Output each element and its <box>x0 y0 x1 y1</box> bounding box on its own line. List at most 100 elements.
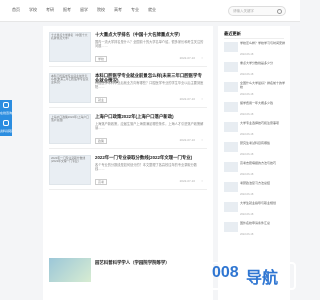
sidebar-item-date: 2022-06-18 <box>240 193 254 196</box>
sidebar-item-date: 2022-06-18 <box>240 213 254 216</box>
article-meta: 政策 2022-07-10 ○ <box>95 138 205 144</box>
sidebar-item-date: 2022-06-18 <box>240 53 254 56</box>
sidebar-title: 最近更新 <box>224 31 241 36</box>
publish-date: 2022-07-10 <box>179 56 195 60</box>
sidebar-thumbnail[interactable] <box>224 142 238 152</box>
article-title[interactable]: 十大重点大学排名（中国十大名牌重点大学） <box>95 32 205 37</box>
sidebar-thumbnail[interactable] <box>224 42 238 52</box>
nav-item-kaoyan[interactable]: 考研 <box>46 7 54 13</box>
sidebar-thumbnail[interactable] <box>224 122 238 132</box>
search-input[interactable]: 请输入关键字 <box>228 6 286 16</box>
sidebar-item-title[interactable]: 研究生考试科目有哪些 <box>240 141 286 146</box>
article-summary: 国内一流大学排名是什么？全国前十的大学名单介绍，很多家长和考生关注的问题…… <box>95 40 204 49</box>
sidebar-item[interactable]: 考研政治复习方法总结 2022-06-18 <box>224 181 286 200</box>
sidebar-thumbnail[interactable] <box>224 202 238 212</box>
sidebar-thumbnail[interactable] <box>224 162 238 172</box>
watermark-number: 008 <box>212 264 239 281</box>
sidebar-item-title[interactable]: 重点大学分数线是多少分 <box>240 61 286 66</box>
feed-card-banner[interactable]: 园艺科普科学学人（学园院学院等学） <box>49 258 207 282</box>
article-feed: 十大重点大学排名（中国十大名牌重点大学） 十大重点大学排名（中国十大名牌重点大学… <box>43 26 213 300</box>
search-placeholder: 请输入关键字 <box>233 8 254 13</box>
sidebar-thumbnail[interactable] <box>224 82 238 92</box>
sidebar-item-date: 2022-06-18 <box>240 173 254 176</box>
sidebar-item[interactable]: 留学费用一年大概多少钱 2022-06-18 <box>224 101 286 120</box>
top-bar: 首页 学校 考研 报考 留学 院校 高考 专业 就业 请输入关键字 <box>0 0 300 22</box>
nav-item-gaokao[interactable]: 高考 <box>114 7 122 13</box>
views-icon: ○ <box>201 138 203 142</box>
article-thumbnail[interactable]: 十大重点大学排名（中国十大名牌重点大学） <box>49 32 91 62</box>
sidebar-item-title[interactable]: 学校怎么样？学校学习与时间安排 <box>240 41 286 46</box>
category-tag[interactable]: 学校 <box>95 56 108 62</box>
nav-item-yuanxiao[interactable]: 院校 <box>97 7 105 13</box>
sidebar-item-date: 2022-06-18 <box>240 93 254 96</box>
main-nav: 首页 学校 考研 报考 留学 院校 高考 专业 就业 <box>12 7 156 13</box>
sidebar-item-title[interactable]: 全国什么大学最好？排名前十的学校 <box>240 81 286 89</box>
nav-item-zhuanye[interactable]: 专业 <box>131 7 139 13</box>
sidebar-item-date: 2022-06-18 <box>240 73 254 76</box>
sidebar-item[interactable]: 学校怎么样？学校学习与时间安排 2022-06-18 <box>224 41 286 60</box>
article-summary: 口腔医学本科毕业后就业方向有哪些？口腔医学专业的学生毕业以后主要到医院…… <box>95 81 204 90</box>
divider <box>49 66 207 67</box>
nav-item-baokao[interactable]: 报考 <box>63 7 71 13</box>
floating-contact-bar[interactable]: 在线咨询 资料领取 <box>0 100 12 136</box>
sidebar-item[interactable]: 大学专业选择技巧和注意事项 2022-06-18 <box>224 121 286 140</box>
views-icon: ○ <box>201 97 203 101</box>
float-label-consult[interactable]: 在线咨询 <box>0 112 12 116</box>
views-icon: ○ <box>201 56 203 60</box>
nav-item-liuxue[interactable]: 留学 <box>80 7 88 13</box>
document-icon[interactable] <box>3 120 9 127</box>
sidebar-thumbnail[interactable] <box>224 102 238 112</box>
sidebar-item[interactable]: 高考志愿填报的方法与技巧 2022-06-18 <box>224 161 286 180</box>
divider <box>49 148 207 149</box>
sidebar-item-title[interactable]: 留学费用一年大概多少钱 <box>240 101 286 106</box>
sidebar-item-title[interactable]: 高考志愿填报的方法与技巧 <box>240 161 286 166</box>
category-tag[interactable]: 政策 <box>95 138 108 144</box>
chat-icon[interactable] <box>3 102 9 109</box>
sidebar-item[interactable]: 全国什么大学最好？排名前十的学校 2022-06-18 <box>224 81 286 100</box>
article-title[interactable]: 园艺科普科学学人（学园院学院等学） <box>95 260 205 265</box>
float-label-materials[interactable]: 资料领取 <box>0 130 12 134</box>
article-meta: 高考 2022-07-10 ○ <box>95 179 205 185</box>
article-thumbnail[interactable]: 上海户口政策2022年(上海户口落户新政) <box>49 114 91 144</box>
divider <box>224 38 284 39</box>
thumbnail-alt-text: 十大重点大学排名（中国十大名牌重点大学） <box>51 33 88 41</box>
thumbnail-alt-text: 本科口腔医学专业就业前景怎么样(未来三年口腔医学专业就业情况) <box>51 74 89 85</box>
thumbnail-alt-text: 上海户口政策2022年(上海户口落户新政) <box>51 115 89 123</box>
sidebar-item-date: 2022-06-18 <box>240 133 254 136</box>
nav-item-home[interactable]: 首页 <box>12 7 20 13</box>
category-tag[interactable]: 高考 <box>95 179 108 185</box>
sidebar-item-title[interactable]: 大学生就业指导与职业规划 <box>240 201 286 206</box>
article-title[interactable]: 上海户口政策2022年(上海户口落户新政) <box>95 114 205 119</box>
divider <box>49 189 207 190</box>
sidebar-item[interactable]: 重点大学分数线是多少分 2022-06-18 <box>224 61 286 80</box>
nav-item-school[interactable]: 学校 <box>29 7 37 13</box>
category-tag[interactable]: 就业 <box>95 97 108 103</box>
article-summary: 各个专业的分数线是如何划分的？本文整理了各高校往年的专业录取分数线…… <box>95 163 197 172</box>
sidebar-item-date: 2022-06-18 <box>240 233 254 236</box>
sidebar-thumbnail[interactable] <box>224 182 238 192</box>
sidebar-item-title[interactable]: 考研政治复习方法总结 <box>240 181 286 186</box>
sidebar-item-title[interactable]: 大学专业选择技巧和注意事项 <box>240 121 286 126</box>
sidebar-recent: 最近更新 学校怎么样？学校学习与时间安排 2022-06-18 重点大学分数线是… <box>218 26 290 300</box>
article-meta: 学校 2022-07-10 ○ <box>95 56 205 62</box>
views-icon: ○ <box>201 179 203 183</box>
sidebar-item-title[interactable]: 国外名校申请条件汇总 <box>240 221 286 226</box>
sidebar-thumbnail[interactable] <box>224 62 238 72</box>
article-thumbnail[interactable]: 本科口腔医学专业就业前景怎么样(未来三年口腔医学专业就业情况) <box>49 73 91 103</box>
landscape-image[interactable] <box>49 258 91 282</box>
search-icon[interactable] <box>277 9 282 14</box>
article-thumbnail[interactable]: 2022年一门专业录取分数线(2022年文理一门专业) <box>49 155 91 185</box>
nav-item-jiuye[interactable]: 就业 <box>148 7 156 13</box>
watermark-text: 导航 <box>246 270 279 287</box>
sidebar-item[interactable]: 研究生考试科目有哪些 2022-06-18 <box>224 141 286 160</box>
sidebar-item[interactable]: 国外名校申请条件汇总 2022-06-18 <box>224 221 286 240</box>
sidebar-item-date: 2022-06-18 <box>240 113 254 116</box>
divider <box>49 107 207 108</box>
sidebar-thumbnail[interactable] <box>224 222 238 232</box>
article-title[interactable]: 2022年一门专业录取分数线(2022年文理一门专业) <box>95 155 205 160</box>
sidebar-item[interactable]: 大学生就业指导与职业规划 2022-06-18 <box>224 201 286 220</box>
sidebar-item-date: 2022-06-18 <box>240 153 254 156</box>
publish-date: 2022-07-10 <box>179 97 195 101</box>
article-meta: 就业 2022-07-10 ○ <box>95 97 205 103</box>
thumbnail-alt-text: 2022年一门专业录取分数线(2022年文理一门专业) <box>51 156 86 164</box>
